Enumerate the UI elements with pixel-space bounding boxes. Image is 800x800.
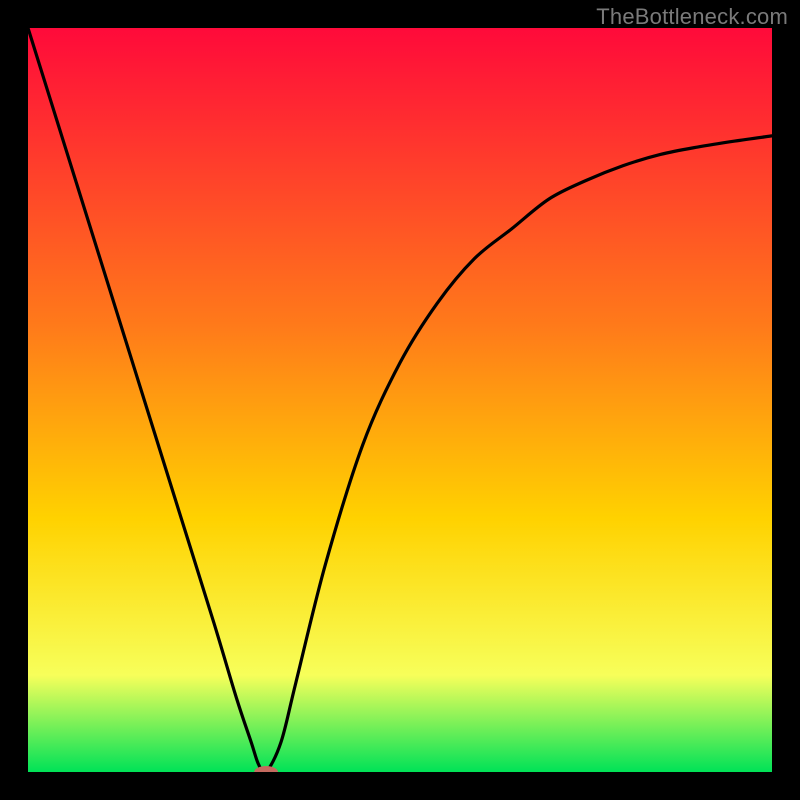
- watermark-text: TheBottleneck.com: [596, 4, 788, 30]
- chart-frame: TheBottleneck.com: [0, 0, 800, 800]
- bottleneck-chart-svg: [28, 28, 772, 772]
- gradient-background: [28, 28, 772, 772]
- plot-area: [28, 28, 772, 772]
